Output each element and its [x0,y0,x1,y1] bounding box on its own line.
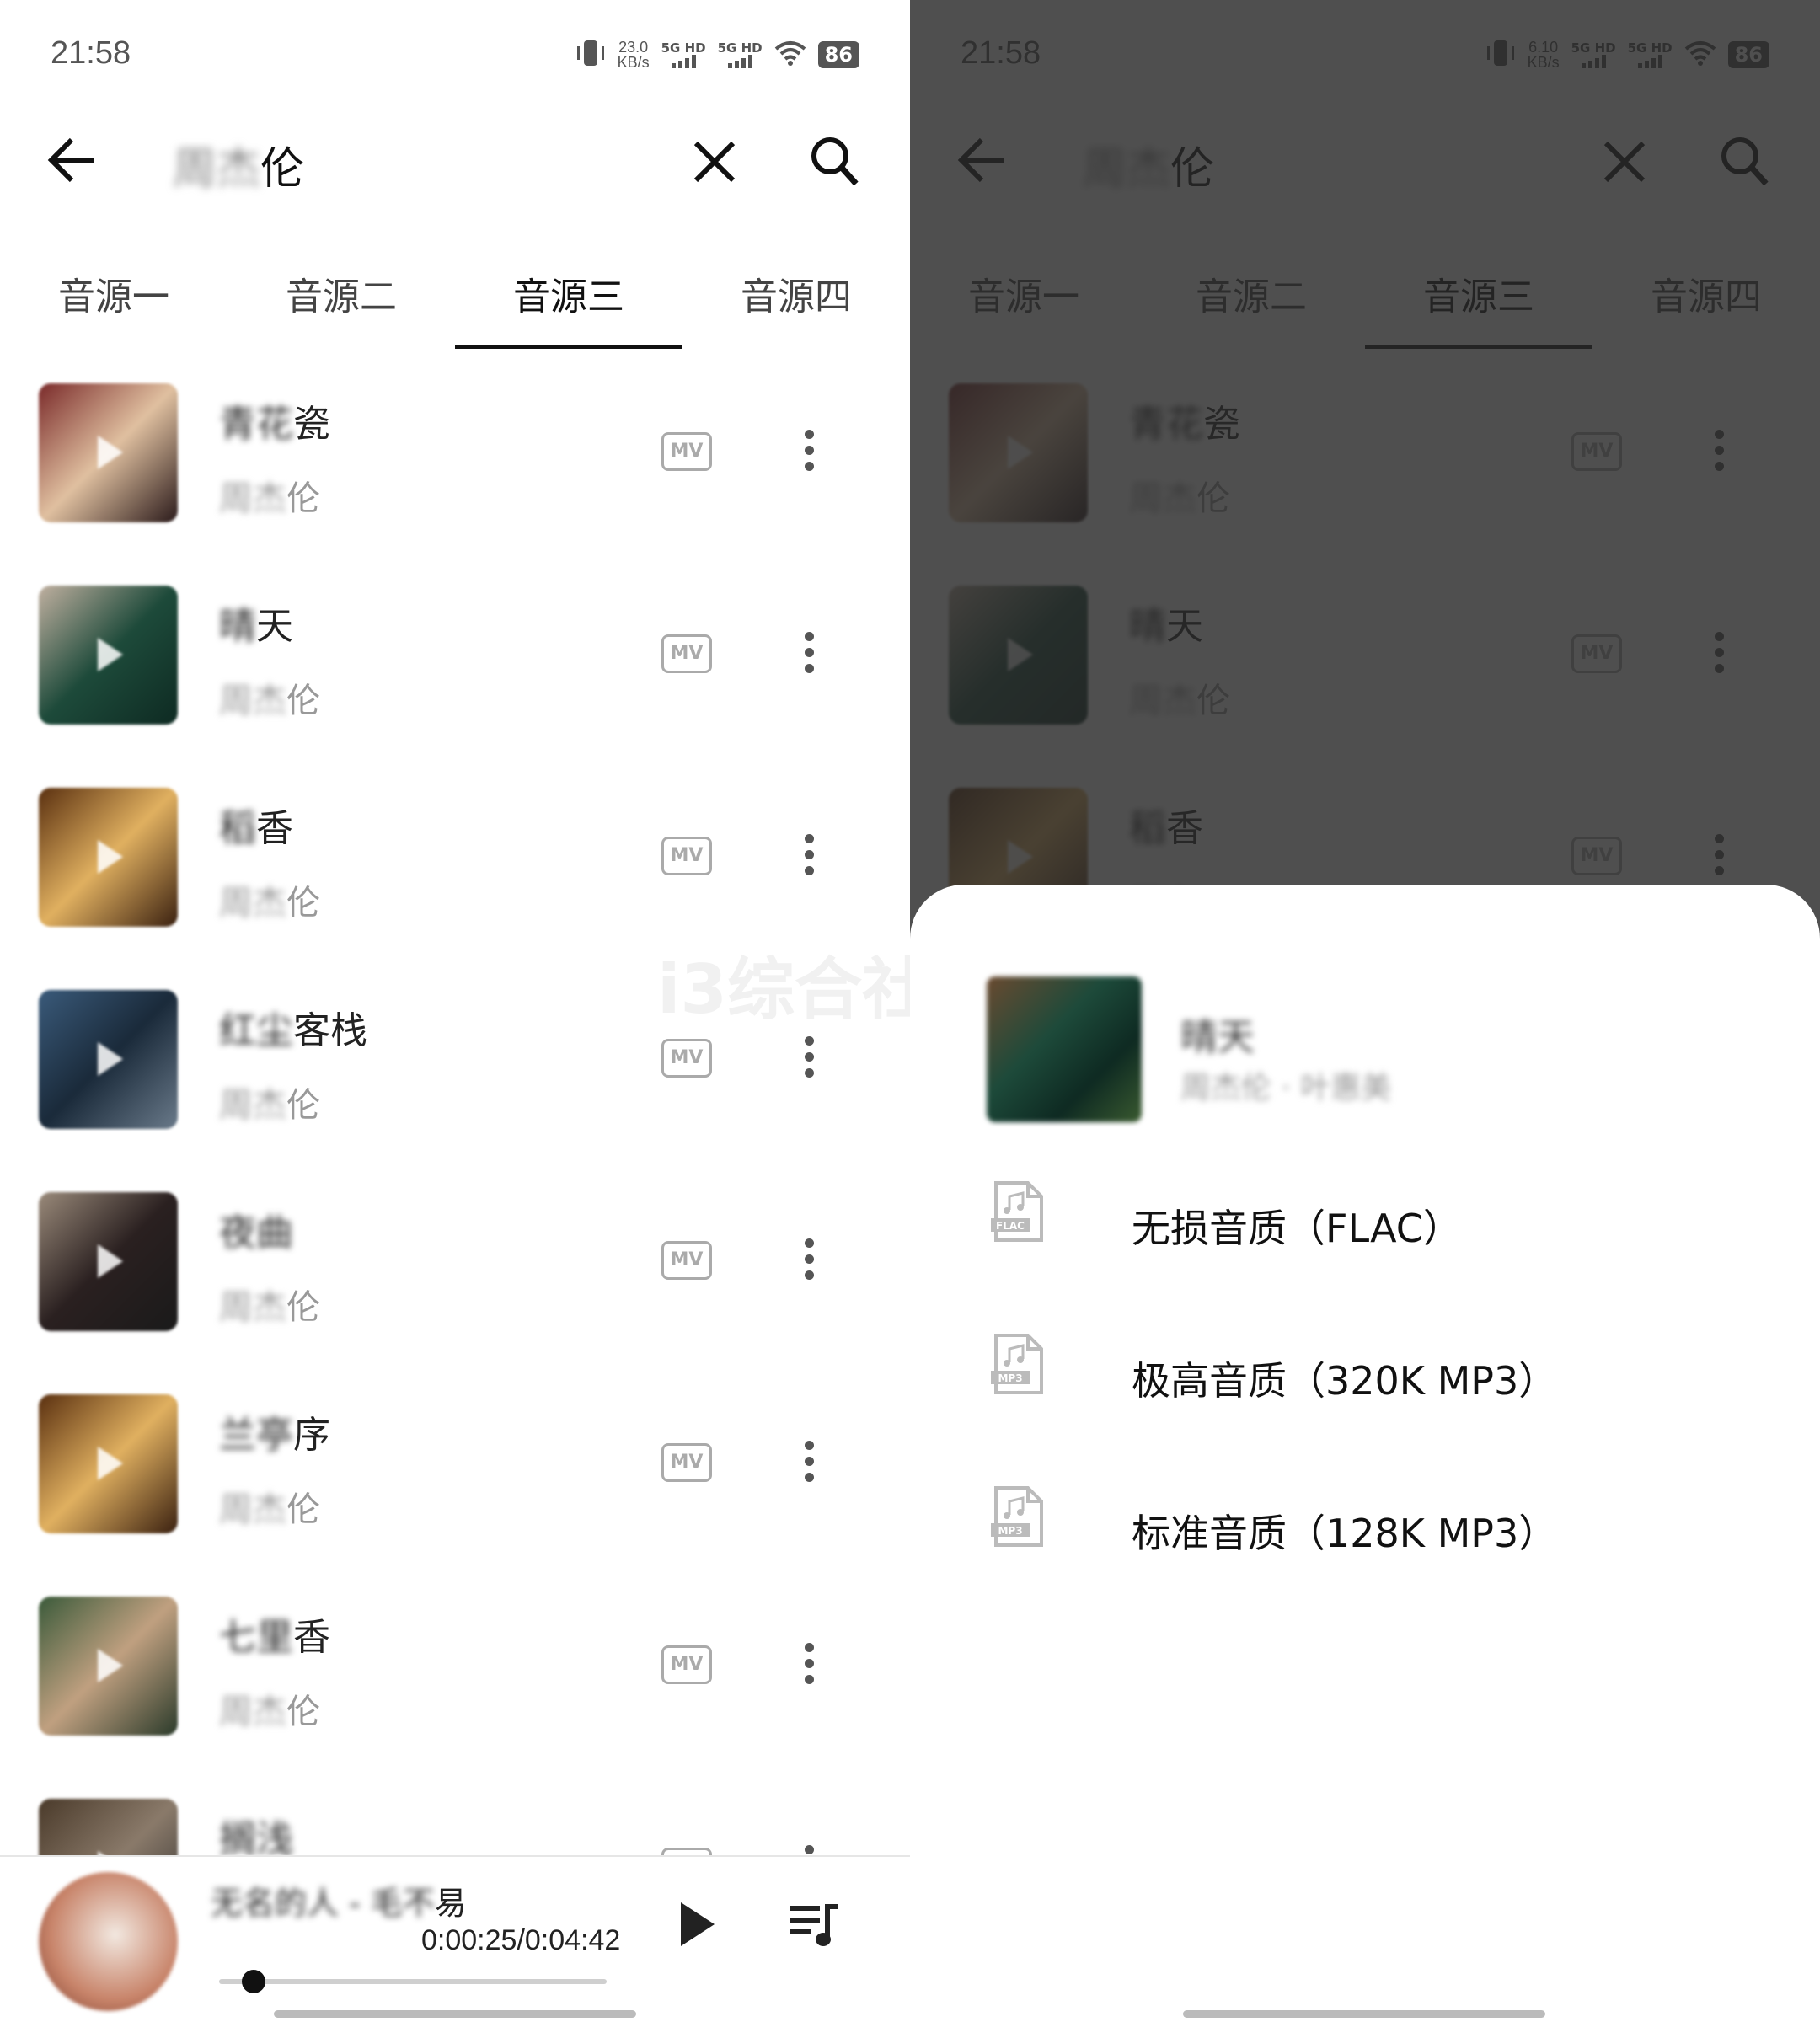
now-playing-cover [39,1872,178,2011]
song-artist: 周杰伦 [219,1086,320,1125]
sim1-signal-icon: 5G HD [661,41,706,68]
status-time: 21:58 [51,35,131,71]
song-list-item[interactable]: 晴天 周杰伦 MV [0,586,910,788]
song-artist: 周杰伦 [219,1288,320,1327]
song-title: 青花瓷 [219,403,330,446]
status-bar: 21:58 23.0 KB/s 5G HD 5G HD 86 [0,0,910,110]
quality-picker-screen: 21:58 6.10KB/s 5G HD 5G HD 86 周杰伦 音源一音源二… [910,0,1820,2022]
audio-file-icon: FLAC [991,1181,1045,1245]
tab-source-3[interactable]: 音源三 [455,261,682,350]
quality-option-label: 极高音质（320K MP3） [1132,1358,1558,1404]
sim2-signal-icon: 5G HD [718,41,763,68]
vibrate-icon [575,39,606,71]
song-list-item[interactable]: 七里香 周杰伦 MV [0,1597,910,1799]
mv-icon[interactable]: MV [661,432,712,471]
song-title: 兰亭序 [219,1414,330,1457]
active-tab-indicator [455,345,682,349]
watermark: i3综合社区 www.i3z [657,950,910,1029]
song-artist: 周杰伦 [219,1490,320,1529]
album-cover [39,990,178,1129]
mv-icon[interactable]: MV [661,1443,712,1482]
search-query[interactable]: 周杰伦 [173,133,304,196]
mv-icon[interactable]: MV [661,1645,712,1684]
svg-text:FLAC: FLAC [996,1220,1025,1232]
song-artist: 周杰伦 [219,1693,320,1731]
song-list-item[interactable]: 青花瓷 周杰伦 MV [0,383,910,586]
album-cover [39,586,178,725]
sheet-song-title: 晴天 [1180,1016,1255,1059]
album-cover [39,1597,178,1736]
close-icon[interactable] [691,138,738,189]
mv-icon[interactable]: MV [661,837,712,875]
search-header: 周杰伦 [0,118,910,202]
quality-option[interactable]: FLAC 无损音质（FLAC） [910,1181,1820,1282]
play-icon [98,1244,123,1278]
home-indicator[interactable] [1183,2010,1545,2018]
quality-option-label: 标准音质（128K MP3） [1132,1511,1558,1556]
more-options-icon[interactable] [800,1036,817,1084]
album-cover [39,1394,178,1533]
play-icon[interactable] [681,1902,715,1946]
quality-bottom-sheet: 晴天 周杰伦 · 叶惠美 FLAC 无损音质（FLAC） MP3 极高音质（32… [910,885,1820,2022]
quality-option-label: 无损音质（FLAC） [1132,1206,1462,1251]
network-speed: 23.0 KB/s [617,39,650,71]
quality-option[interactable]: MP3 标准音质（128K MP3） [910,1486,1820,1587]
album-cover [987,976,1142,1122]
play-icon [98,638,123,671]
audio-file-icon: MP3 [991,1486,1045,1550]
more-options-icon[interactable] [800,834,817,882]
source-tabs: 音源一音源二音源三音源四 [0,261,910,350]
svg-text:MP3: MP3 [998,1525,1022,1537]
mv-icon[interactable]: MV [661,1039,712,1078]
tab-source-4[interactable]: 音源四 [682,261,910,350]
more-options-icon[interactable] [800,430,817,478]
more-options-icon[interactable] [800,1643,817,1691]
mv-icon[interactable]: MV [661,1241,712,1280]
tab-source-1[interactable]: 音源一 [0,261,228,350]
back-arrow-icon[interactable] [46,136,97,187]
audio-file-icon: MP3 [991,1334,1045,1398]
song-list-item[interactable]: 夜曲 周杰伦 MV [0,1192,910,1394]
progress-bar[interactable] [219,1979,607,1984]
play-icon [98,1042,123,1076]
tab-source-2[interactable]: 音源二 [228,261,455,350]
song-artist: 周杰伦 [219,479,320,518]
sheet-song-subtitle: 周杰伦 · 叶惠美 [1180,1071,1392,1105]
play-icon [98,436,123,469]
now-playing-title: 无名的人 - 毛不易 [211,1885,467,1922]
more-options-icon[interactable] [800,1441,817,1489]
song-title: 夜曲 [219,1212,293,1254]
quality-option[interactable]: MP3 极高音质（320K MP3） [910,1334,1820,1435]
wifi-icon [774,40,806,69]
album-cover [39,383,178,522]
search-results-screen: 21:58 23.0 KB/s 5G HD 5G HD 86 周杰伦 音源一 音源二… [0,0,910,2022]
playback-time: 0:00:25/0:04:42 [421,1924,621,1956]
battery-icon: 86 [817,41,859,68]
mv-icon[interactable]: MV [661,634,712,673]
more-options-icon[interactable] [800,632,817,680]
search-icon[interactable] [809,135,859,190]
home-indicator[interactable] [274,2010,636,2018]
play-icon [98,1447,123,1480]
progress-handle[interactable] [242,1970,266,1993]
play-icon [98,1649,123,1682]
playlist-icon[interactable] [788,1899,842,1953]
album-cover [39,788,178,927]
more-options-icon[interactable] [800,1238,817,1286]
song-title: 七里香 [219,1616,330,1659]
mini-player[interactable]: 无名的人 - 毛不易 0:00:25/0:04:42 [0,1855,910,2022]
song-title: 红尘客栈 [219,1009,367,1052]
play-icon [98,840,123,874]
song-title: 稻香 [219,807,293,850]
song-artist: 周杰伦 [219,884,320,923]
song-list-item[interactable]: 兰亭序 周杰伦 MV [0,1394,910,1597]
svg-text:MP3: MP3 [998,1372,1022,1384]
album-cover [39,1192,178,1331]
song-title: 晴天 [219,605,293,648]
song-artist: 周杰伦 [219,682,320,720]
